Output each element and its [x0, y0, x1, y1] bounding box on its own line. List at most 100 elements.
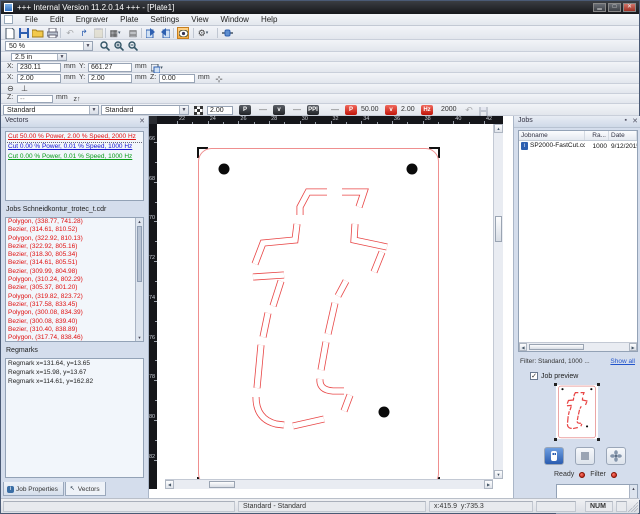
redo-icon[interactable]: ↱: [78, 27, 90, 39]
regmark-dot[interactable]: [590, 388, 592, 390]
undo-icon[interactable]: ↶: [64, 27, 76, 39]
col-resolution[interactable]: Ra...: [585, 131, 609, 140]
pos-x-field[interactable]: 230.11: [17, 63, 61, 72]
vector-object-row[interactable]: Bezier, (318.30, 805.34): [6, 251, 135, 259]
menu-item[interactable]: File: [19, 14, 44, 25]
vector-object-row[interactable]: Bezier, (314.61, 805.51): [6, 259, 135, 267]
drawing-area[interactable]: ▲ ▼ ◀ ▶: [157, 124, 503, 489]
regmark-dot[interactable]: [407, 164, 418, 175]
tab-vectors[interactable]: ↖Vectors: [65, 482, 106, 496]
menu-item[interactable]: Edit: [44, 14, 70, 25]
scroll-up-icon[interactable]: ▲: [494, 124, 503, 133]
wysiwyg-toggle-icon[interactable]: [177, 27, 189, 39]
zoom-level-combo[interactable]: 50 %▼: [5, 41, 93, 51]
vector-object-row[interactable]: Polygon, (322.92, 810.13): [6, 235, 135, 243]
scroll-left-icon[interactable]: ◀: [165, 480, 174, 489]
canvas-horizontal-scrollbar[interactable]: ◀ ▶: [165, 479, 493, 489]
mdi-system-icon[interactable]: [4, 15, 13, 24]
cut-path-segment[interactable]: [581, 424, 582, 426]
cut-path-segment[interactable]: [577, 416, 578, 420]
cut-setting-row[interactable]: Cut 0.00 % Power, 0.01 % Speed, 1000 Hz: [6, 142, 143, 152]
menu-item[interactable]: Window: [215, 14, 255, 25]
scroll-up-icon[interactable]: ▲: [630, 485, 637, 492]
job-row[interactable]: iSP2000-FastCut.cdr 1000 9/12/2015: [519, 141, 637, 151]
regmark-dot[interactable]: [219, 164, 230, 175]
vector-object-row[interactable]: Polygon, (338.77, 741.28): [6, 218, 135, 226]
vector-object-row[interactable]: Bezier, (309.99, 804.98): [6, 268, 135, 276]
menu-item[interactable]: Settings: [144, 14, 185, 25]
plate-setup-icon[interactable]: ▤: [127, 27, 139, 39]
clipboard-icon[interactable]: [92, 27, 104, 39]
save-icon[interactable]: [18, 27, 30, 39]
regmark-row[interactable]: Regmark x=15.98, y=13.67: [6, 368, 143, 377]
export-icon[interactable]: [159, 27, 171, 39]
vector-object-row[interactable]: Polygon, (300.08, 834.39): [6, 309, 135, 317]
thickness-field[interactable]: 2.00: [207, 106, 233, 115]
open-icon[interactable]: [32, 27, 44, 39]
jobs-table[interactable]: Jobname Ra... Date iSP2000-FastCut.cdr 1…: [518, 130, 638, 352]
col-jobname[interactable]: Jobname: [519, 131, 585, 140]
horizontal-scroll-thumb[interactable]: [209, 481, 235, 488]
connect-engraver-icon[interactable]: [221, 27, 233, 39]
print-icon[interactable]: [46, 27, 58, 39]
scroll-right-icon[interactable]: ▶: [629, 343, 637, 351]
regmark-dot[interactable]: [561, 388, 563, 390]
cut-setting-row[interactable]: Cut 50.00 % Power, 2.00 % Speed, 2000 Hz: [6, 132, 143, 142]
cut-setting-row[interactable]: Cut 0.00 % Power, 0.01 % Speed, 1000 Hz: [6, 152, 143, 162]
regmark-dot[interactable]: [586, 425, 588, 427]
regmark-row[interactable]: Regmark x=131.64, y=13.65: [6, 359, 143, 368]
jobs-panel-pin-icon[interactable]: ▪: [625, 117, 627, 124]
material-combo[interactable]: Standard▼: [101, 105, 189, 115]
vector-object-row[interactable]: Polygon, (319.82, 823.72): [6, 293, 135, 301]
cut-path-segment[interactable]: [568, 411, 569, 415]
regmark-dot[interactable]: [379, 407, 390, 418]
job-preview-toggle[interactable]: ✓ Job preview: [530, 372, 578, 380]
menu-item[interactable]: Plate: [114, 14, 144, 25]
vector-object-row[interactable]: Bezier, (317.58, 833.45): [6, 301, 135, 309]
vector-objects-list[interactable]: Polygon, (338.77, 741.28)Bezier, (314.61…: [5, 217, 144, 342]
grid-size-combo[interactable]: 2.5 in▼: [11, 53, 67, 61]
scroll-down-icon[interactable]: ▼: [494, 470, 503, 479]
grid-combo-arrow[interactable]: ▼: [57, 54, 66, 60]
jobs-table-header[interactable]: Jobname Ra... Date: [519, 131, 637, 141]
rotate-icon[interactable]: ⊖: [5, 84, 16, 93]
process-combo[interactable]: Standard▼: [3, 105, 99, 115]
grid-settings-icon[interactable]: ▦▾: [109, 27, 121, 39]
exhaust-fan-button[interactable]: [606, 447, 626, 465]
zoom-in-icon[interactable]: [113, 40, 125, 52]
maximize-button[interactable]: □: [608, 3, 621, 12]
vertical-scroll-thumb[interactable]: [495, 216, 502, 242]
scroll-down-icon[interactable]: ▼: [136, 334, 143, 341]
size-y-field[interactable]: 2.00: [88, 74, 132, 83]
col-date[interactable]: Date: [609, 131, 637, 140]
zoom-combo-arrow[interactable]: ▼: [83, 42, 92, 50]
cut-path-segment[interactable]: [568, 416, 569, 423]
canvas-vertical-scrollbar[interactable]: ▲ ▼: [493, 124, 503, 479]
cut-settings-list[interactable]: Cut 50.00 % Power, 2.00 % Speed, 2000 Hz…: [5, 131, 144, 201]
menu-item[interactable]: View: [185, 14, 214, 25]
vector-object-row[interactable]: Polygon, (310.24, 802.29): [6, 276, 135, 284]
minimize-button[interactable]: ▁: [593, 3, 606, 12]
regmarks-list[interactable]: Regmark x=131.64, y=13.65Regmark x=15.98…: [5, 358, 144, 478]
tab-job-properties[interactable]: iJob Properties: [3, 482, 64, 496]
scroll-right-icon[interactable]: ▶: [484, 480, 493, 489]
vector-object-row[interactable]: Bezier, (310.40, 838.89): [6, 326, 135, 334]
stop-button[interactable]: [575, 447, 595, 465]
vectors-panel-close-icon[interactable]: ✕: [139, 117, 145, 125]
menu-item[interactable]: Help: [255, 14, 283, 25]
selection-handle[interactable]: [597, 383, 600, 386]
vector-object-row[interactable]: Bezier, (322.92, 805.16): [6, 243, 135, 251]
scroll-thumb[interactable]: [137, 226, 142, 282]
usb-connect-button[interactable]: [544, 447, 564, 465]
scroll-up-icon[interactable]: ▲: [136, 218, 143, 225]
jobs-table-hscrollbar[interactable]: ◀ ▶: [519, 342, 637, 351]
jobs-panel-close-icon[interactable]: ✕: [632, 117, 638, 125]
close-button[interactable]: ✕: [623, 3, 636, 12]
job-preview-thumbnail[interactable]: [556, 385, 598, 439]
vector-object-row[interactable]: Polygon, (317.74, 838.46): [6, 334, 135, 341]
align-icon[interactable]: ⊥: [19, 84, 30, 93]
vector-object-row[interactable]: Bezier, (314.61, 810.52): [6, 226, 135, 234]
zoom-out-icon[interactable]: [127, 40, 139, 52]
pos-y-field[interactable]: 661.27: [88, 63, 132, 72]
plate-canvas[interactable]: 2224262830323436384042 66687072747678808…: [149, 116, 513, 499]
